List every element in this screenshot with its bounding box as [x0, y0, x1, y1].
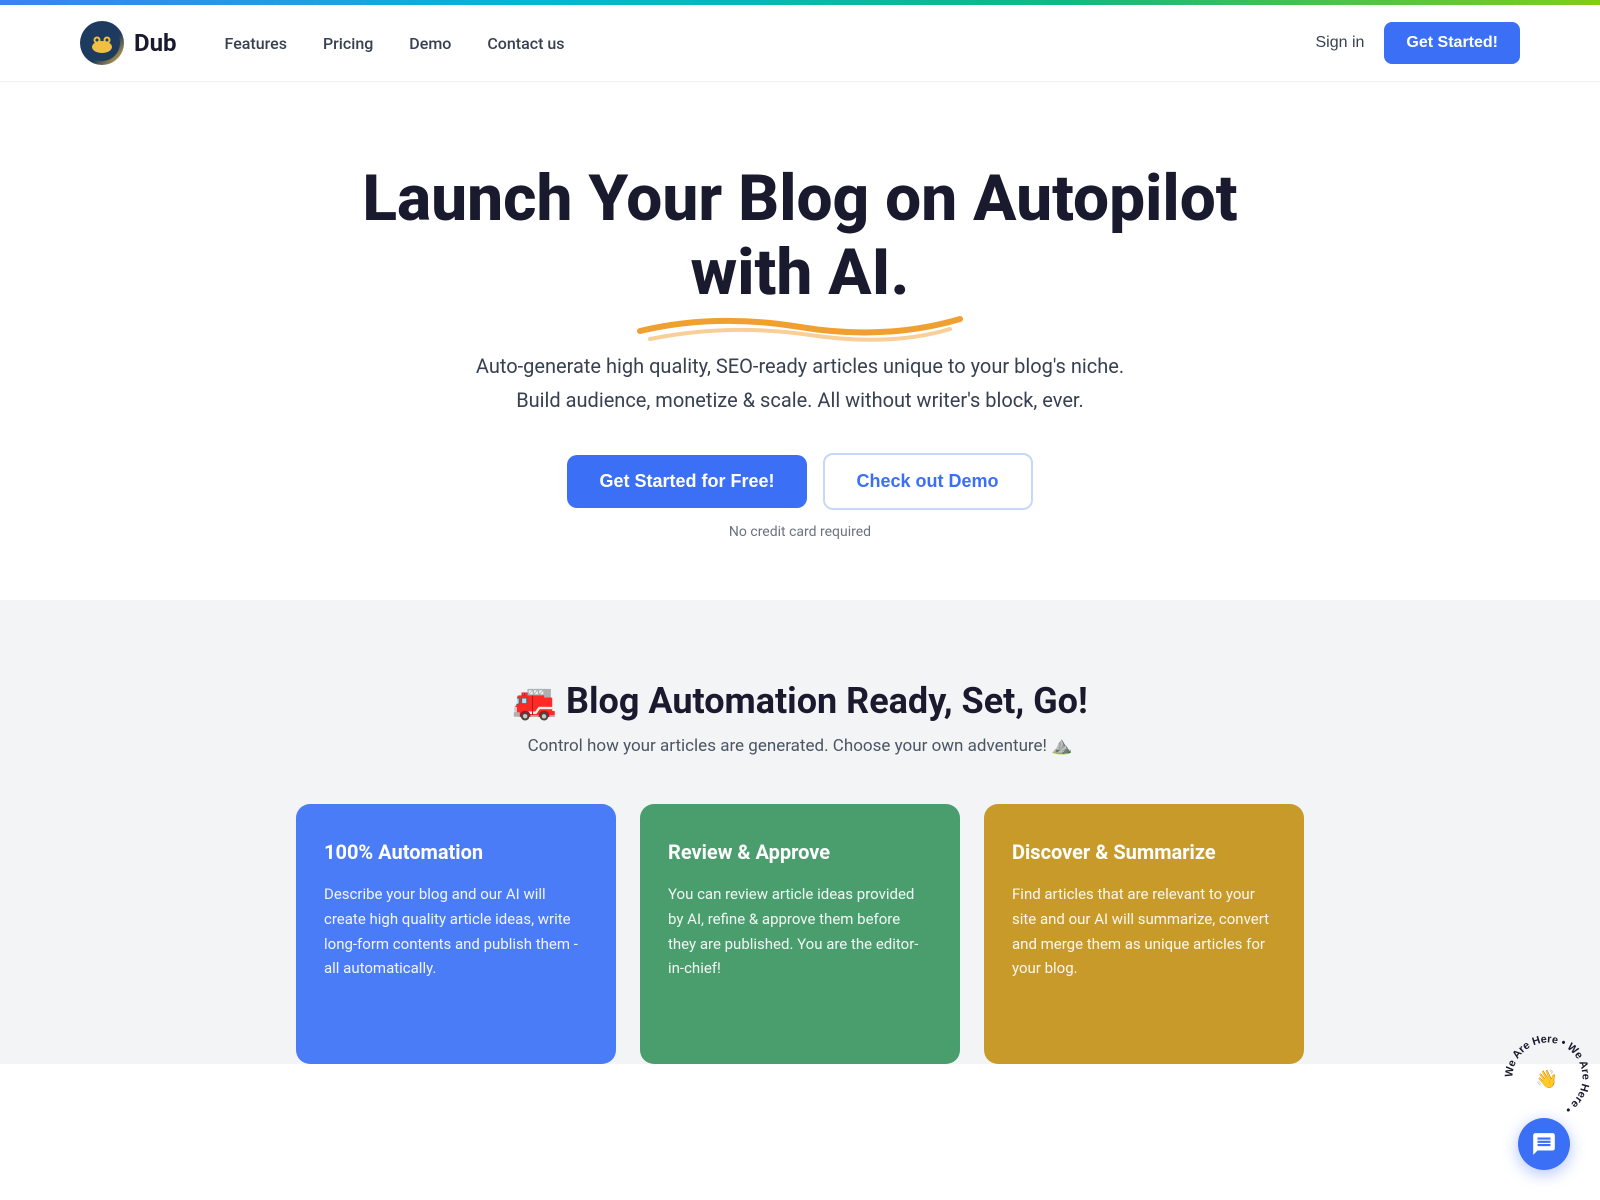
features-subtitle: Control how your articles are generated.… — [80, 736, 1520, 756]
hero-section: Launch Your Blog on Autopilot with AI. A… — [0, 82, 1600, 600]
feature-card-review-title: Review & Approve — [668, 840, 932, 864]
feature-card-review: Review & Approve You can review article … — [640, 804, 960, 1064]
features-title: 🚒 Blog Automation Ready, Set, Go! — [80, 680, 1520, 722]
nav-item-features[interactable]: Features — [225, 34, 287, 53]
chat-icon — [1531, 1131, 1557, 1157]
hero-title-wrapper: Launch Your Blog on Autopilot with AI. — [350, 162, 1250, 329]
nav-item-pricing[interactable]: Pricing — [323, 34, 373, 53]
get-started-free-button[interactable]: Get Started for Free! — [567, 455, 806, 508]
sign-in-button[interactable]: Sign in — [1316, 34, 1365, 52]
navbar-left: Dub Features Pricing Demo Contact us — [80, 21, 565, 65]
feature-card-automation-title: 100% Automation — [324, 840, 588, 864]
we-are-here-emoji: 👋 — [1536, 1069, 1558, 1090]
feature-card-automation: 100% Automation Describe your blog and o… — [296, 804, 616, 1064]
features-title-text: Blog Automation Ready, Set, Go! — [566, 680, 1088, 722]
nav-item-demo[interactable]: Demo — [409, 34, 451, 53]
logo-text: Dub — [134, 29, 177, 57]
navbar-right: Sign in Get Started! — [1316, 22, 1521, 64]
underline-svg — [630, 303, 970, 343]
get-started-nav-button[interactable]: Get Started! — [1384, 22, 1520, 64]
hero-title: Launch Your Blog on Autopilot with AI. — [350, 162, 1250, 313]
feature-card-discover-text: Find articles that are relevant to your … — [1012, 882, 1276, 981]
feature-card-automation-text: Describe your blog and our AI will creat… — [324, 882, 588, 981]
circular-text-svg: We Are Here • We Are Here • 👋 — [1500, 1030, 1595, 1125]
hero-buttons: Get Started for Free! Check out Demo — [40, 453, 1560, 510]
no-credit-text: No credit card required — [40, 524, 1560, 540]
feature-card-discover: Discover & Summarize Find articles that … — [984, 804, 1304, 1064]
hero-subtitle: Auto-generate high quality, SEO-ready ar… — [460, 349, 1140, 417]
nav-item-contact[interactable]: Contact us — [487, 34, 564, 53]
feature-card-review-text: You can review article ideas provided by… — [668, 882, 932, 981]
features-section: 🚒 Blog Automation Ready, Set, Go! Contro… — [0, 600, 1600, 1064]
features-title-emoji: 🚒 — [512, 680, 557, 722]
logo[interactable]: Dub — [80, 21, 177, 65]
hero-title-text: Launch Your Blog on Autopilot with AI. — [362, 161, 1237, 310]
logo-icon — [80, 21, 124, 65]
we-are-here-badge: We Are Here • We Are Here • 👋 — [1500, 1030, 1595, 1125]
chat-bubble-button[interactable] — [1518, 1118, 1570, 1170]
feature-card-discover-title: Discover & Summarize — [1012, 840, 1276, 864]
feature-cards: 100% Automation Describe your blog and o… — [80, 804, 1520, 1064]
check-demo-button[interactable]: Check out Demo — [823, 453, 1033, 510]
nav-links: Features Pricing Demo Contact us — [225, 34, 565, 53]
navbar: Dub Features Pricing Demo Contact us Sig… — [0, 5, 1600, 82]
